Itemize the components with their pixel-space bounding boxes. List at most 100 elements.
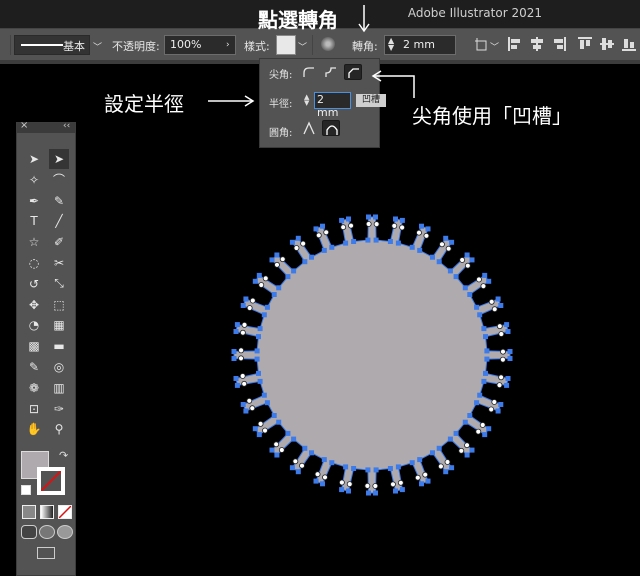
anchor-point[interactable]: [257, 326, 263, 332]
chevron-right-icon[interactable]: ›: [226, 40, 230, 50]
anchor-point[interactable]: [252, 278, 258, 284]
stroke-cap-control[interactable]: [0, 35, 11, 55]
anchor-point[interactable]: [302, 259, 308, 265]
corner-widget[interactable]: [422, 471, 429, 478]
anchor-point[interactable]: [395, 240, 401, 246]
corner-widget[interactable]: [314, 471, 321, 478]
anchor-point[interactable]: [274, 252, 280, 258]
gradient-mode-icon[interactable]: [40, 505, 54, 519]
anchor-point[interactable]: [302, 445, 308, 451]
corner-widget[interactable]: [364, 482, 371, 489]
blend-tool[interactable]: ◎: [49, 357, 69, 377]
corner-radius-field[interactable]: 2 mm: [384, 35, 456, 55]
anchor-point[interactable]: [346, 488, 351, 494]
corner-widget[interactable]: [340, 224, 347, 231]
corner-widget[interactable]: [414, 474, 421, 481]
corner-widget[interactable]: [241, 321, 248, 328]
stepper-icon[interactable]: ▲ ▼: [388, 37, 394, 52]
corner-widget[interactable]: [372, 483, 379, 489]
anchor-point[interactable]: [256, 272, 262, 278]
symbol-sprayer-tool[interactable]: ❁: [24, 378, 44, 398]
anchor-point[interactable]: [393, 488, 398, 494]
chevron-down-icon[interactable]: ﹀: [490, 40, 499, 53]
paintbrush-tool[interactable]: ✐: [49, 232, 69, 252]
corner-widget[interactable]: [373, 221, 380, 228]
corner-widget[interactable]: [249, 297, 256, 304]
corner-widget[interactable]: [491, 399, 498, 405]
corner-widget[interactable]: [399, 224, 406, 231]
corner-widget[interactable]: [246, 305, 253, 311]
anchor-point[interactable]: [504, 322, 510, 328]
anchor-point[interactable]: [462, 419, 468, 425]
anchor-point[interactable]: [351, 239, 357, 244]
corner-widget[interactable]: [262, 275, 269, 282]
recolor-artwork-icon[interactable]: [321, 37, 335, 51]
anchor-point[interactable]: [343, 240, 349, 246]
notched-circle-path[interactable]: [233, 216, 511, 494]
anchor-point[interactable]: [320, 481, 325, 487]
corner-widget[interactable]: [416, 229, 422, 236]
anchor-point[interactable]: [291, 268, 297, 274]
anchor-point[interactable]: [240, 402, 246, 407]
line-segment-tool[interactable]: ╱: [49, 211, 69, 231]
align-left-icon[interactable]: [508, 37, 522, 51]
corner-widget[interactable]: [249, 405, 256, 412]
corner-widget[interactable]: [348, 222, 354, 229]
anchor-point[interactable]: [387, 466, 393, 471]
type-tool[interactable]: T: [24, 211, 44, 231]
anchor-point[interactable]: [495, 296, 501, 302]
corner-widget[interactable]: [459, 257, 466, 263]
anchor-point[interactable]: [252, 426, 258, 432]
anchor-point[interactable]: [351, 466, 357, 471]
anchor-point[interactable]: [261, 392, 267, 398]
anchor-point[interactable]: [449, 465, 455, 471]
slice-tool[interactable]: ✑: [49, 399, 69, 419]
corner-widget[interactable]: [458, 447, 465, 454]
corner-widget[interactable]: [391, 222, 398, 229]
anchor-point[interactable]: [483, 370, 488, 376]
corner-widget[interactable]: [475, 428, 482, 435]
align-top-icon[interactable]: [578, 37, 592, 51]
anchor-point[interactable]: [365, 237, 371, 243]
anchor-point[interactable]: [276, 285, 282, 291]
anchor-point[interactable]: [264, 304, 270, 310]
corner-widget[interactable]: [423, 232, 430, 239]
align-bottom-icon[interactable]: [622, 37, 636, 51]
anchor-point[interactable]: [240, 303, 246, 308]
anchor-point[interactable]: [295, 469, 301, 475]
corner-widget[interactable]: [397, 479, 404, 486]
corner-widget[interactable]: [238, 355, 244, 362]
corner-widget[interactable]: [299, 462, 305, 469]
default-colors-icon[interactable]: [21, 485, 31, 495]
corner-widget[interactable]: [491, 306, 498, 313]
corner-widget[interactable]: [439, 241, 445, 248]
anchor-point[interactable]: [484, 348, 490, 354]
anchor-point[interactable]: [482, 272, 488, 278]
anchor-point[interactable]: [261, 312, 267, 318]
corner-label[interactable]: 轉角:: [352, 38, 378, 54]
corner-widget[interactable]: [444, 459, 451, 465]
corner-widget[interactable]: [488, 298, 495, 305]
corner-widget[interactable]: [445, 245, 452, 252]
magic-wand-tool[interactable]: ✧: [24, 170, 44, 190]
anchor-point[interactable]: [313, 226, 319, 232]
corner-widget[interactable]: [488, 406, 495, 413]
corner-widget[interactable]: [258, 282, 265, 288]
inverted-round-corner-button[interactable]: [322, 64, 340, 80]
corner-widget[interactable]: [322, 474, 328, 481]
anchor-point[interactable]: [430, 450, 435, 456]
align-middle-icon[interactable]: [600, 37, 614, 51]
anchor-point[interactable]: [505, 376, 511, 381]
hand-tool[interactable]: ✋: [24, 419, 44, 439]
anchor-point[interactable]: [481, 378, 487, 384]
anchor-point[interactable]: [321, 457, 327, 463]
anchor-point[interactable]: [417, 247, 423, 253]
anchor-point[interactable]: [462, 285, 468, 291]
anchor-point[interactable]: [447, 436, 453, 442]
anchor-point[interactable]: [243, 296, 249, 302]
draw-normal-icon[interactable]: [21, 525, 37, 539]
anchor-point[interactable]: [321, 247, 327, 253]
anchor-point[interactable]: [269, 257, 275, 263]
anchor-point[interactable]: [409, 244, 415, 250]
anchor-point[interactable]: [254, 356, 260, 362]
